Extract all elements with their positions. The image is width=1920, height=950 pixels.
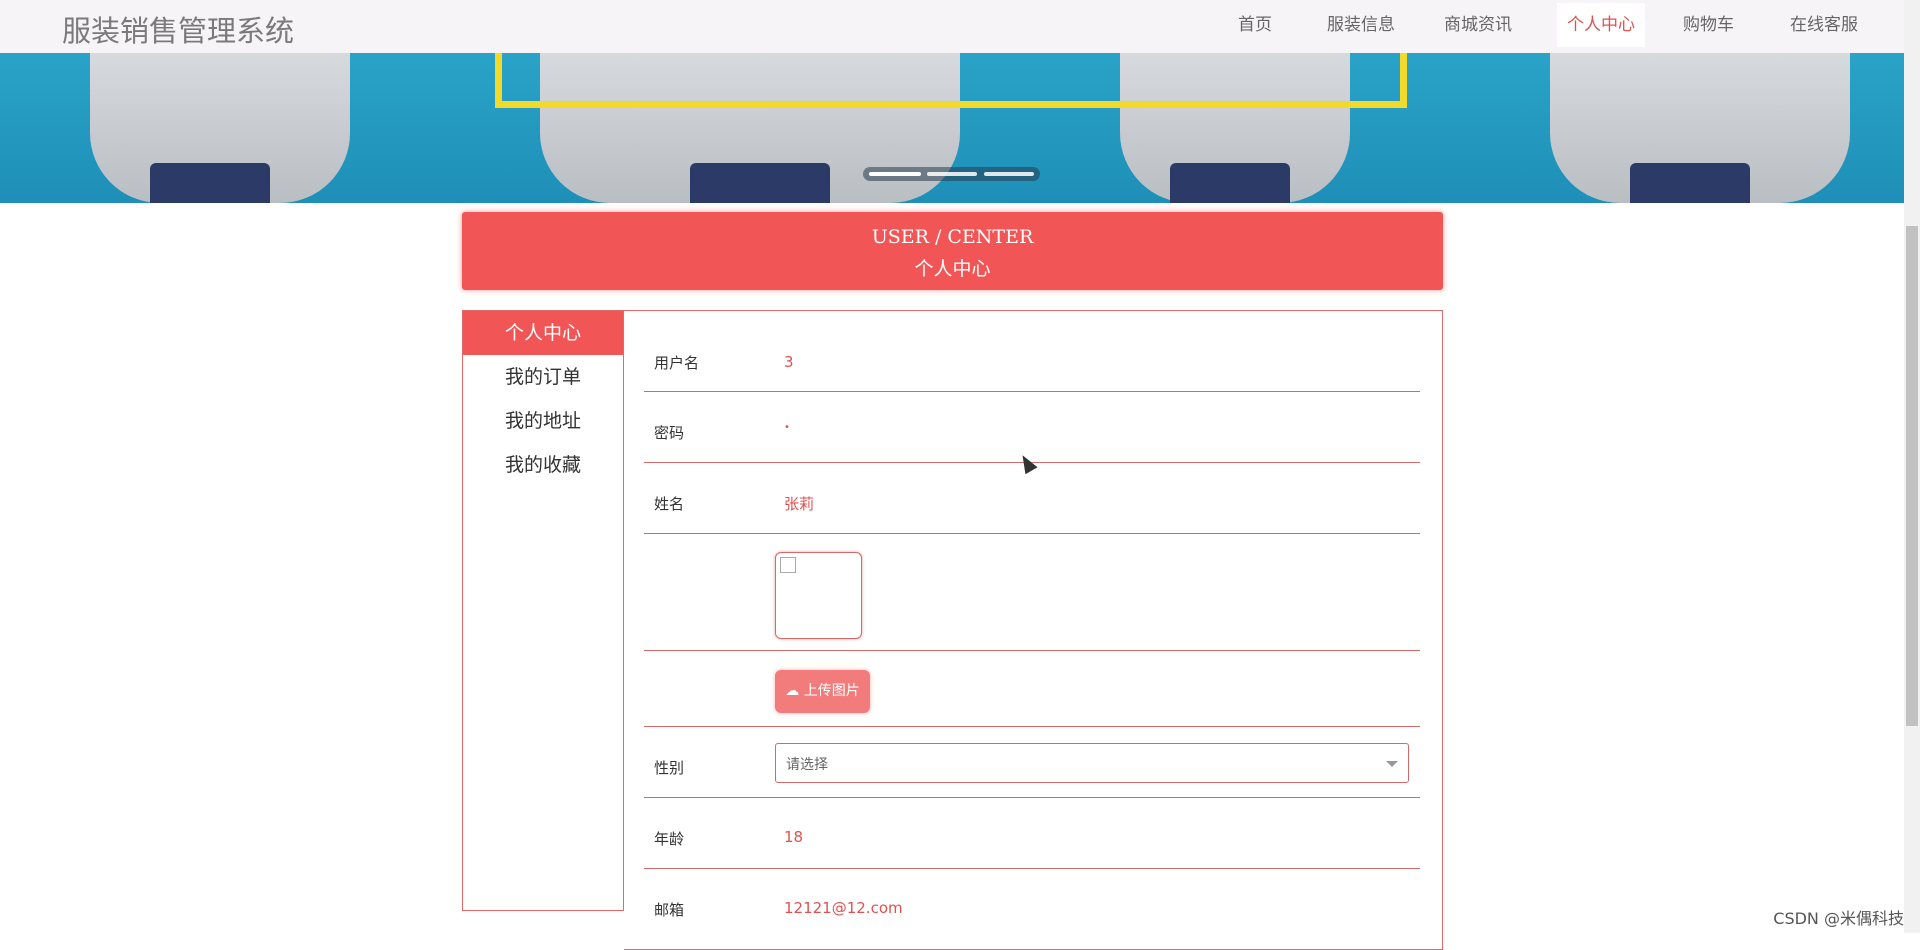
form-row-avatar — [644, 534, 1420, 651]
chevron-down-icon — [1386, 761, 1398, 767]
banner-figure — [90, 53, 350, 203]
user-sidebar: 个人中心 我的订单 我的地址 我的收藏 — [462, 310, 624, 911]
profile-form-panel: 用户名 3 密码 • 姓名 张莉 ☁ 上传图片 性别 请选择 年龄 18 邮箱 … — [624, 310, 1443, 950]
form-row-gender: 性别 请选择 — [644, 727, 1420, 798]
nav-user-center[interactable]: 个人中心 — [1557, 3, 1645, 47]
form-row-password: 密码 • — [644, 392, 1420, 463]
upload-image-button[interactable]: ☁ 上传图片 — [775, 670, 870, 713]
nav-home[interactable]: 首页 — [1228, 3, 1282, 47]
sidebar-item-my-favorites[interactable]: 我的收藏 — [463, 443, 623, 487]
page-title-box: USER / CENTER 个人中心 — [462, 212, 1443, 290]
sidebar-item-my-address[interactable]: 我的地址 — [463, 399, 623, 443]
password-label: 密码 — [654, 422, 684, 443]
cloud-upload-icon: ☁ — [785, 683, 799, 699]
email-input[interactable]: 12121@12.com — [784, 899, 903, 917]
gender-select-placeholder: 请选择 — [786, 754, 828, 774]
carousel-indicators — [863, 167, 1040, 181]
form-row-name: 姓名 张莉 — [644, 463, 1420, 534]
top-navbar: 服装销售管理系统 首页 服装信息 商城资讯 个人中心 购物车 在线客服 — [0, 0, 1904, 53]
page-scrollbar-thumb[interactable] — [1906, 226, 1918, 726]
form-row-age: 年龄 18 — [644, 798, 1420, 869]
banner-figure — [1550, 53, 1850, 203]
banner-yellow-frame — [495, 53, 1407, 108]
page-title-en: USER / CENTER — [462, 226, 1443, 248]
age-label: 年龄 — [654, 828, 684, 849]
username-label: 用户名 — [654, 352, 699, 373]
watermark: CSDN @米偶科技 — [1773, 905, 1904, 929]
username-input[interactable]: 3 — [784, 353, 794, 371]
name-input[interactable]: 张莉 — [784, 493, 814, 514]
app-title: 服装销售管理系统 — [62, 8, 294, 50]
form-row-upload: ☁ 上传图片 — [644, 651, 1420, 727]
form-row-email: 邮箱 12121@12.com — [644, 869, 1420, 940]
avatar-image — [775, 552, 862, 639]
carousel-dot[interactable] — [984, 172, 1034, 176]
carousel-dot-active[interactable] — [869, 172, 921, 176]
age-input[interactable]: 18 — [784, 828, 803, 846]
password-input[interactable]: • — [784, 422, 790, 433]
carousel-dot[interactable] — [927, 172, 977, 176]
name-label: 姓名 — [654, 493, 684, 514]
email-label: 邮箱 — [654, 899, 684, 920]
nav-clothing-info[interactable]: 服装信息 — [1317, 3, 1405, 47]
nav-cart[interactable]: 购物车 — [1673, 3, 1744, 47]
nav-mall-news[interactable]: 商城资讯 — [1434, 3, 1522, 47]
gender-label: 性别 — [654, 757, 684, 778]
banner-carousel — [0, 53, 1904, 203]
sidebar-item-my-orders[interactable]: 我的订单 — [463, 355, 623, 399]
page-title-cn: 个人中心 — [462, 254, 1443, 281]
nav-online-service[interactable]: 在线客服 — [1780, 3, 1868, 47]
gender-select[interactable]: 请选择 — [775, 743, 1409, 783]
upload-button-label: 上传图片 — [804, 683, 860, 699]
form-row-username: 用户名 3 — [644, 311, 1420, 392]
sidebar-item-user-center[interactable]: 个人中心 — [463, 311, 623, 355]
page-scrollbar[interactable] — [1904, 0, 1920, 933]
broken-image-icon — [780, 557, 796, 573]
